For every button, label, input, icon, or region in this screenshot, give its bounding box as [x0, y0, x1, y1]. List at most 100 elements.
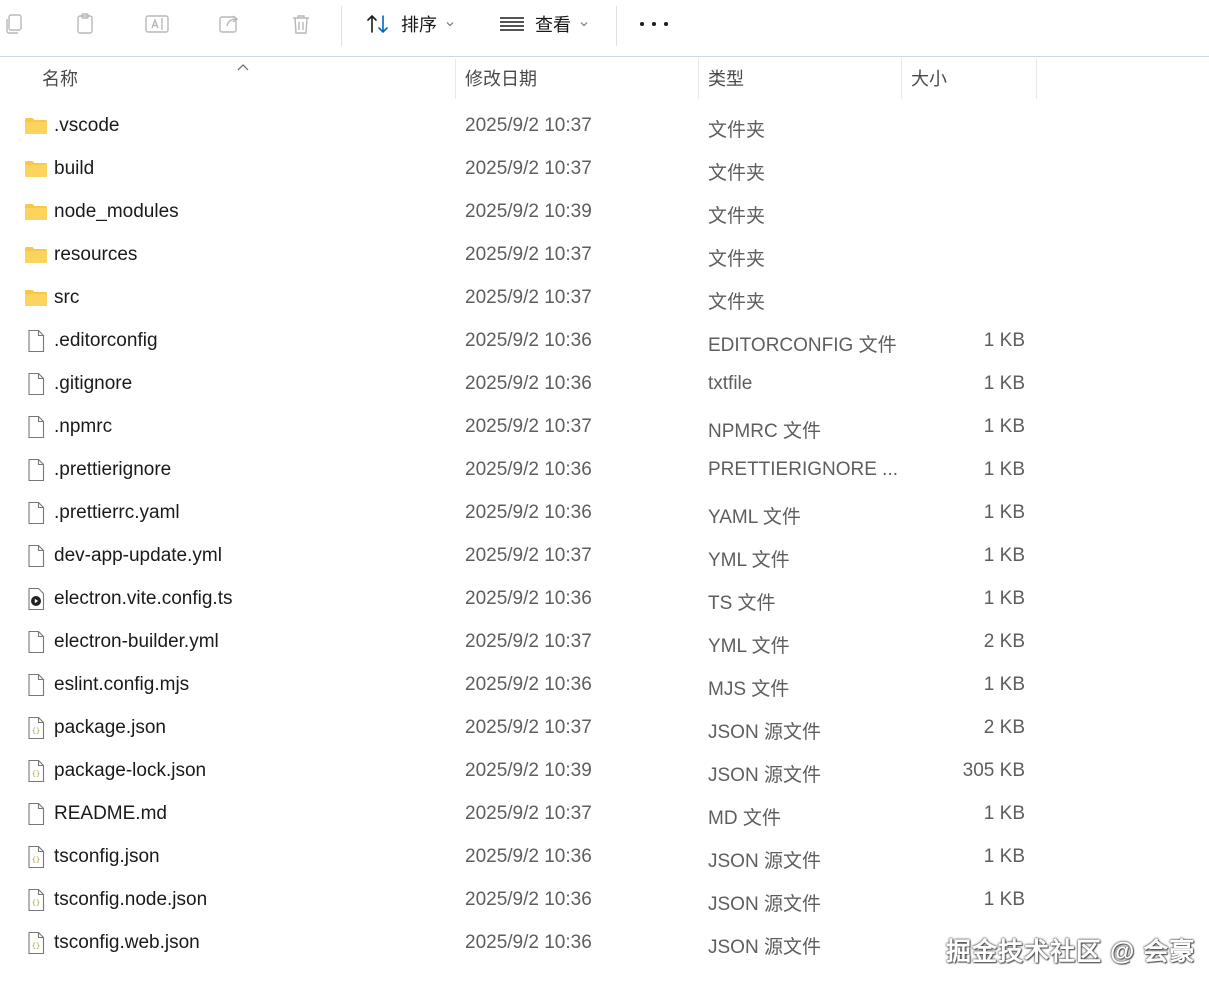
column-header-size[interactable]: 大小	[911, 57, 947, 99]
file-size: 1 KB	[983, 330, 1025, 351]
file-icon	[24, 630, 48, 654]
file-row[interactable]: {} package.json 2025/9/2 10:37 JSON 源文件 2 KB	[0, 706, 1100, 749]
file-row[interactable]: .npmrc 2025/9/2 10:37 NPMRC 文件 1 KB	[0, 405, 1100, 448]
file-size: 2 KB	[983, 631, 1025, 652]
file-date: 2025/9/2 10:37	[465, 287, 592, 308]
file-date: 2025/9/2 10:36	[465, 502, 592, 523]
toolbar-separator	[341, 6, 342, 46]
file-size: 1 KB	[983, 588, 1025, 609]
json-file-icon: {}	[24, 931, 48, 955]
file-row[interactable]: .editorconfig 2025/9/2 10:36 EDITORCONFIG …	[0, 319, 1100, 362]
copy-icon[interactable]	[0, 10, 28, 38]
file-name: resources	[54, 244, 138, 265]
file-row[interactable]: README.md 2025/9/2 10:37 MD 文件 1 KB	[0, 792, 1100, 835]
file-size: 1 KB	[983, 846, 1025, 867]
file-name: .gitignore	[54, 373, 133, 394]
file-row[interactable]: dev-app-update.yml 2025/9/2 10:37 YML 文件 1 …	[0, 534, 1100, 577]
toolbar-separator	[616, 6, 617, 46]
delete-icon[interactable]	[287, 10, 315, 38]
column-size-label: 大小	[911, 69, 947, 89]
file-name: dev-app-update.yml	[54, 545, 222, 566]
file-date: 2025/9/2 10:36	[465, 373, 592, 394]
file-row[interactable]: electron.vite.config.ts 2025/9/2 10:36 TS …	[0, 577, 1100, 620]
file-row[interactable]: resources 2025/9/2 10:37 文件夹	[0, 233, 1100, 276]
file-date: 2025/9/2 10:37	[465, 545, 592, 566]
column-divider[interactable]	[901, 59, 902, 99]
file-row[interactable]: {} package-lock.json 2025/9/2 10:39 JSON 源文…	[0, 749, 1100, 792]
file-date: 2025/9/2 10:36	[465, 459, 592, 480]
file-name: node_modules	[54, 201, 179, 222]
json-file-icon: {}	[24, 845, 48, 869]
json-file-icon: {}	[24, 716, 48, 740]
column-divider[interactable]	[455, 59, 456, 99]
sort-button[interactable]: 排序	[365, 10, 455, 38]
file-date: 2025/9/2 10:36	[465, 846, 592, 867]
file-type: JSON 源文件	[708, 722, 821, 743]
folder-icon	[24, 243, 48, 267]
svg-text:{}: {}	[32, 856, 40, 864]
column-header-date[interactable]: 修改日期	[465, 57, 537, 99]
file-row[interactable]: {} tsconfig.json 2025/9/2 10:36 JSON 源文件 1 K…	[0, 835, 1100, 878]
file-name: build	[54, 158, 95, 179]
file-name: package.json	[54, 717, 166, 738]
file-type: PRETTIERIGNORE ...	[708, 459, 899, 480]
file-type: JSON 源文件	[708, 937, 821, 958]
file-row[interactable]: .prettierrc.yaml 2025/9/2 10:36 YAML 文件 1 K…	[0, 491, 1100, 534]
column-header-name[interactable]: 名称	[42, 57, 78, 99]
file-row[interactable]: .gitignore 2025/9/2 10:36 txtfile 1 KB	[0, 362, 1100, 405]
file-date: 2025/9/2 10:37	[465, 115, 592, 136]
file-icon	[24, 544, 48, 568]
file-row[interactable]: electron-builder.yml 2025/9/2 10:37 YML 文件…	[0, 620, 1100, 663]
file-row[interactable]: build 2025/9/2 10:37 文件夹	[0, 147, 1100, 190]
file-date: 2025/9/2 10:39	[465, 201, 592, 222]
file-row[interactable]: {} tsconfig.web.json 2025/9/2 10:36 JSON 源文…	[0, 921, 1100, 964]
file-size: 1 KB	[983, 502, 1025, 523]
file-name: tsconfig.web.json	[54, 932, 200, 953]
file-icon	[24, 802, 48, 826]
column-divider[interactable]	[698, 59, 699, 99]
file-row[interactable]: .vscode 2025/9/2 10:37 文件夹	[0, 104, 1100, 147]
file-name: electron.vite.config.ts	[54, 588, 233, 609]
file-icon	[24, 673, 48, 697]
file-date: 2025/9/2 10:36	[465, 588, 592, 609]
sort-ascending-icon	[236, 57, 250, 78]
view-button[interactable]: 查看	[499, 10, 589, 38]
file-date: 2025/9/2 10:36	[465, 889, 592, 910]
file-type: YML 文件	[708, 550, 790, 571]
folder-icon	[24, 286, 48, 310]
file-row[interactable]: src 2025/9/2 10:37 文件夹	[0, 276, 1100, 319]
file-date: 2025/9/2 10:37	[465, 717, 592, 738]
file-icon	[24, 372, 48, 396]
more-icon[interactable]	[640, 12, 668, 36]
paste-icon[interactable]	[71, 10, 99, 38]
file-row[interactable]: .prettierignore 2025/9/2 10:36 PRETTIERIGN…	[0, 448, 1100, 491]
file-type: JSON 源文件	[708, 765, 821, 786]
folder-icon	[24, 200, 48, 224]
column-divider[interactable]	[1036, 59, 1037, 99]
file-name: .editorconfig	[54, 330, 158, 351]
sort-icon	[365, 12, 391, 36]
file-row[interactable]: {} tsconfig.node.json 2025/9/2 10:36 JSON 源…	[0, 878, 1100, 921]
file-name: .vscode	[54, 115, 120, 136]
file-type: txtfile	[708, 373, 753, 394]
file-type: 文件夹	[708, 292, 766, 313]
file-size: 1 KB	[983, 373, 1025, 394]
column-header: 名称 修改日期 类型 大小	[0, 57, 1209, 99]
file-date: 2025/9/2 10:37	[465, 803, 592, 824]
file-date: 2025/9/2 10:36	[465, 932, 592, 953]
file-name: src	[54, 287, 80, 308]
rename-icon[interactable]	[143, 10, 171, 38]
svg-text:{}: {}	[32, 899, 40, 907]
file-type: NPMRC 文件	[708, 421, 821, 442]
file-size: 1 KB	[983, 545, 1025, 566]
file-name: package-lock.json	[54, 760, 207, 781]
file-row[interactable]: node_modules 2025/9/2 10:39 文件夹	[0, 190, 1100, 233]
file-date: 2025/9/2 10:37	[465, 631, 592, 652]
file-size: 305 KB	[962, 760, 1025, 781]
share-icon[interactable]	[215, 10, 243, 38]
file-size: 2 KB	[983, 717, 1025, 738]
column-header-type[interactable]: 类型	[708, 57, 744, 99]
file-name: tsconfig.json	[54, 846, 160, 867]
media-file-icon	[24, 587, 48, 611]
file-row[interactable]: eslint.config.mjs 2025/9/2 10:36 MJS 文件 1 K…	[0, 663, 1100, 706]
